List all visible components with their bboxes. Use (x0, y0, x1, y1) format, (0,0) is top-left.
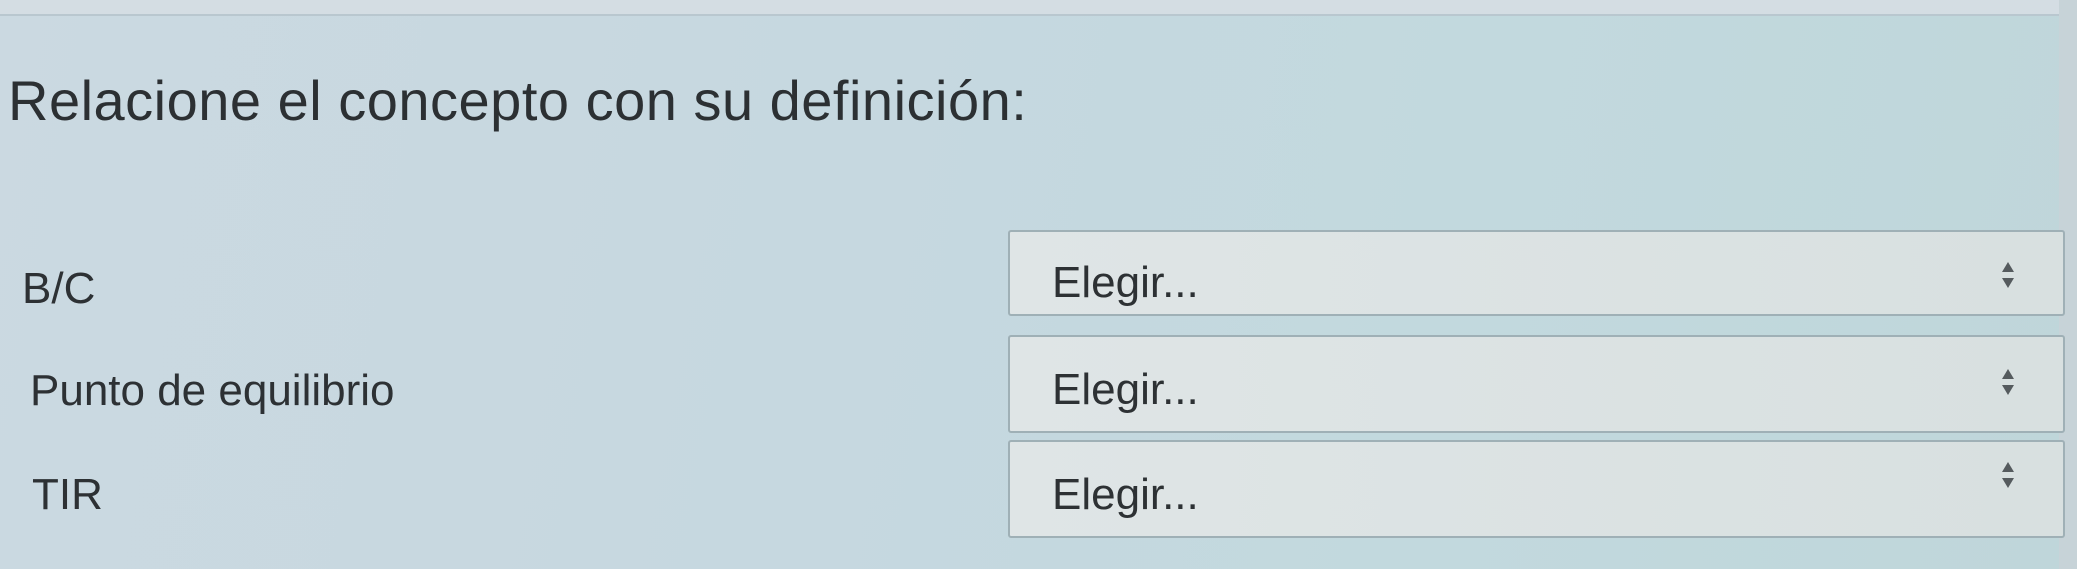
definition-select-1[interactable]: Elegir... (1008, 230, 2065, 316)
select-value: Elegir... (1052, 365, 1199, 414)
match-row-3: TIR Elegir... (0, 440, 2077, 538)
top-divider (0, 0, 2077, 16)
match-row-2: Punto de equilibrio Elegir... (0, 330, 2077, 433)
term-label: B/C (22, 264, 96, 313)
definition-select-2[interactable]: Elegir... (1008, 335, 2065, 433)
term-label: Punto de equilibrio (30, 366, 395, 415)
updown-arrows-icon (2001, 367, 2015, 397)
updown-arrows-icon (2001, 460, 2015, 490)
match-row-1: B/C Elegir... (0, 230, 2077, 322)
updown-arrows-icon (2001, 260, 2015, 290)
select-value: Elegir... (1052, 258, 1199, 307)
definition-select-3[interactable]: Elegir... (1008, 440, 2065, 538)
term-label: TIR (32, 470, 103, 519)
select-value: Elegir... (1052, 470, 1199, 519)
question-prompt: Relacione el concepto con su definición: (8, 69, 1028, 132)
